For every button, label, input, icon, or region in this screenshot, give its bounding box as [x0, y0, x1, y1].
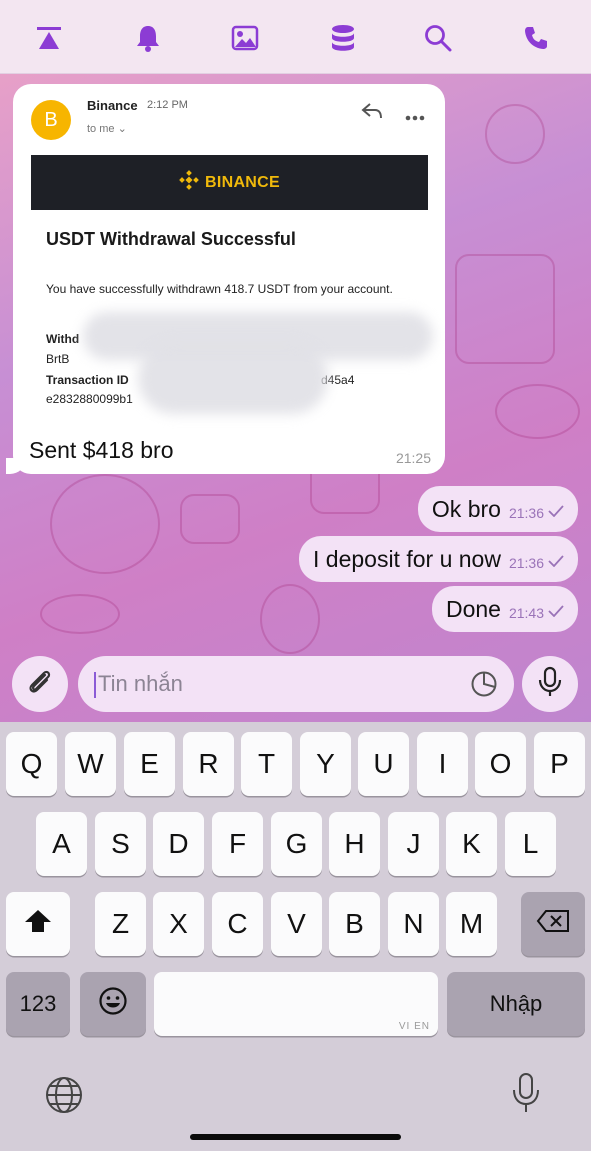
key-u[interactable]: U [358, 732, 409, 796]
outgoing-message-bubble[interactable]: Ok bro 21:36 [417, 486, 578, 532]
message-input[interactable]: Tin nhắn [78, 656, 514, 712]
incoming-message-bubble[interactable]: B Binance 2:12 PM to me ⌄ BINANCE USDT W… [13, 84, 445, 474]
email-header: B Binance 2:12 PM to me ⌄ [13, 84, 445, 144]
message-time: 21:36 [508, 505, 544, 521]
read-check-icon [548, 504, 564, 522]
space-key[interactable]: VI EN [154, 972, 438, 1036]
image-icon[interactable] [225, 18, 265, 58]
voice-message-button[interactable] [522, 656, 578, 712]
key-y[interactable]: Y [300, 732, 351, 796]
redaction-blur [138, 342, 328, 414]
key-a[interactable]: A [36, 812, 87, 876]
text-caret [94, 672, 96, 698]
database-icon[interactable] [323, 18, 363, 58]
attach-button[interactable] [12, 656, 68, 712]
key-g[interactable]: G [271, 812, 322, 876]
shift-icon [23, 908, 53, 941]
search-icon[interactable] [418, 18, 458, 58]
key-w[interactable]: W [65, 732, 116, 796]
paperclip-icon [25, 667, 55, 702]
message-text: Ok bro [431, 495, 501, 522]
key-s[interactable]: S [95, 812, 146, 876]
gift-doodle [455, 254, 555, 364]
binance-banner: BINANCE [31, 155, 428, 210]
withdrawal-value: BrtB [46, 352, 70, 366]
keyboard: Q W E R T Y U I O P A S D F G H J K L Z … [0, 722, 591, 1151]
top-toolbar [0, 0, 591, 74]
key-n[interactable]: N [388, 892, 439, 956]
withdrawal-label: Withd [46, 332, 80, 346]
email-title: USDT Withdrawal Successful [46, 229, 296, 249]
email-time: 2:12 PM [147, 99, 188, 111]
top-align-icon[interactable] [29, 18, 69, 58]
key-o[interactable]: O [475, 732, 526, 796]
key-l[interactable]: L [505, 812, 556, 876]
message-input-placeholder: Tin nhắn [98, 671, 183, 696]
microphone-icon [537, 666, 563, 703]
dictation-icon[interactable] [511, 1072, 541, 1119]
emoji-key[interactable] [80, 972, 146, 1036]
key-t[interactable]: T [241, 732, 292, 796]
return-key-label: Nhập [489, 991, 543, 1016]
key-p[interactable]: P [534, 732, 585, 796]
read-check-icon [548, 604, 564, 622]
backspace-icon [536, 908, 570, 940]
chevron-down-icon: ⌄ [117, 123, 127, 135]
key-f[interactable]: F [212, 812, 263, 876]
emoji-icon [98, 986, 128, 1023]
numbers-key-label: 123 [19, 991, 57, 1016]
outgoing-message-bubble[interactable]: I deposit for u now 21:36 [299, 536, 578, 582]
key-m[interactable]: M [446, 892, 497, 956]
key-j[interactable]: J [388, 812, 439, 876]
sticker-icon[interactable] [470, 670, 498, 703]
backspace-key[interactable] [521, 892, 585, 956]
wallpaper-doodle [260, 584, 320, 654]
space-language: VI EN [398, 1021, 430, 1032]
transaction-label: Transaction ID [46, 373, 129, 387]
message-text: Sent $418 bro [29, 437, 174, 463]
outgoing-message-bubble[interactable]: Done 21:43 [431, 586, 578, 632]
wallpaper-doodle [50, 474, 160, 574]
bell-icon[interactable] [128, 18, 168, 58]
message-time: 21:25 [395, 450, 431, 466]
shift-key[interactable] [6, 892, 70, 956]
key-d[interactable]: D [153, 812, 204, 876]
binance-logo-icon [179, 170, 199, 195]
key-r[interactable]: R [183, 732, 234, 796]
key-e[interactable]: E [124, 732, 175, 796]
wallpaper-doodle [485, 104, 545, 164]
key-b[interactable]: B [329, 892, 380, 956]
key-z[interactable]: Z [95, 892, 146, 956]
reply-icon[interactable] [361, 102, 383, 125]
key-h[interactable]: H [329, 812, 380, 876]
banner-text: BINANCE [205, 173, 280, 191]
numbers-key[interactable]: 123 [6, 972, 70, 1036]
message-time: 21:43 [508, 605, 544, 621]
more-options-icon[interactable] [405, 108, 425, 126]
return-key[interactable]: Nhập [447, 972, 585, 1036]
key-i[interactable]: I [417, 732, 468, 796]
wallpaper-doodle [495, 384, 580, 439]
message-text: Done [445, 595, 501, 622]
chat-area[interactable]: B Binance 2:12 PM to me ⌄ BINANCE USDT W… [0, 74, 591, 722]
email-recipient: to me ⌄ [87, 123, 127, 135]
home-indicator[interactable] [190, 1134, 401, 1140]
avatar: B [31, 100, 71, 140]
key-v[interactable]: V [271, 892, 322, 956]
key-c[interactable]: C [212, 892, 263, 956]
key-x[interactable]: X [153, 892, 204, 956]
message-text: I deposit for u now [313, 545, 501, 572]
transaction-line2: e2832880099b1 [46, 392, 133, 406]
glasses-doodle [40, 594, 120, 634]
phone-icon[interactable] [516, 18, 556, 58]
envelope-doodle [180, 494, 240, 544]
message-time: 21:36 [508, 555, 544, 571]
key-q[interactable]: Q [6, 732, 57, 796]
globe-icon[interactable] [44, 1075, 84, 1120]
message-composer: Tin nhắn [0, 652, 591, 722]
email-body: You have successfully withdrawn 418.7 US… [46, 282, 393, 296]
email-sender: Binance [87, 98, 138, 113]
read-check-icon [548, 554, 564, 572]
key-k[interactable]: K [446, 812, 497, 876]
